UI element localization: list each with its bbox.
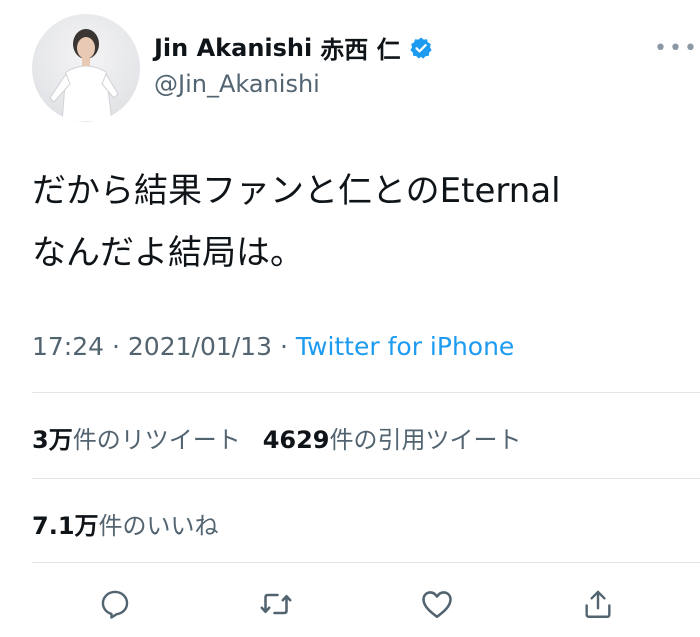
tweet-date[interactable]: 2021/01/13 bbox=[128, 332, 272, 361]
meta-separator: · bbox=[112, 332, 120, 361]
likes-count: 7.1万 bbox=[32, 512, 99, 540]
tweet-source-link[interactable]: Twitter for iPhone bbox=[296, 332, 514, 361]
retweets-label: 件のリツイート bbox=[72, 426, 241, 454]
quotes-label: 件の引用ツイート bbox=[329, 426, 522, 454]
reply-icon[interactable] bbox=[95, 584, 135, 624]
meta-separator: · bbox=[279, 332, 288, 361]
tweet-line: だから結果ファンと仁とのEternal bbox=[32, 171, 561, 211]
tweet-line: なんだよ結局は。 bbox=[32, 233, 304, 273]
tweet-time[interactable]: 17:24 bbox=[32, 332, 104, 361]
tweet-text: だから結果ファンと仁とのEternal なんだよ結局は。 bbox=[32, 160, 672, 284]
author-name-jp[interactable]: 赤西 仁 bbox=[320, 30, 400, 65]
quotes-stat[interactable]: 4629件の引用ツイート bbox=[263, 420, 522, 455]
tweet-meta: 17:24 · 2021/01/13 · Twitter for iPhone bbox=[32, 332, 514, 361]
avatar-photo bbox=[49, 29, 119, 122]
retweets-stat[interactable]: 3万件のリツイート bbox=[32, 420, 241, 455]
divider bbox=[32, 392, 700, 393]
heart-icon[interactable] bbox=[417, 584, 457, 624]
retweet-icon[interactable] bbox=[256, 584, 296, 624]
retweet-stats: 3万件のリツイート 4629件の引用ツイート bbox=[32, 420, 522, 455]
divider bbox=[32, 562, 700, 563]
likes-label: 件のいいね bbox=[98, 512, 219, 540]
more-options-icon[interactable]: ••• bbox=[654, 36, 699, 61]
author-name-row[interactable]: Jin Akanishi 赤西 仁 bbox=[154, 30, 433, 65]
likes-stat[interactable]: 7.1万件のいいね bbox=[32, 506, 219, 541]
divider bbox=[32, 478, 700, 479]
author-name[interactable]: Jin Akanishi bbox=[154, 34, 312, 62]
share-icon[interactable] bbox=[578, 584, 618, 624]
action-bar bbox=[0, 584, 700, 624]
retweets-count: 3万 bbox=[32, 426, 73, 454]
verified-badge-icon bbox=[409, 36, 433, 60]
quotes-count: 4629 bbox=[262, 426, 330, 454]
author-handle[interactable]: @Jin_Akanishi bbox=[154, 70, 320, 98]
avatar[interactable] bbox=[32, 14, 140, 122]
